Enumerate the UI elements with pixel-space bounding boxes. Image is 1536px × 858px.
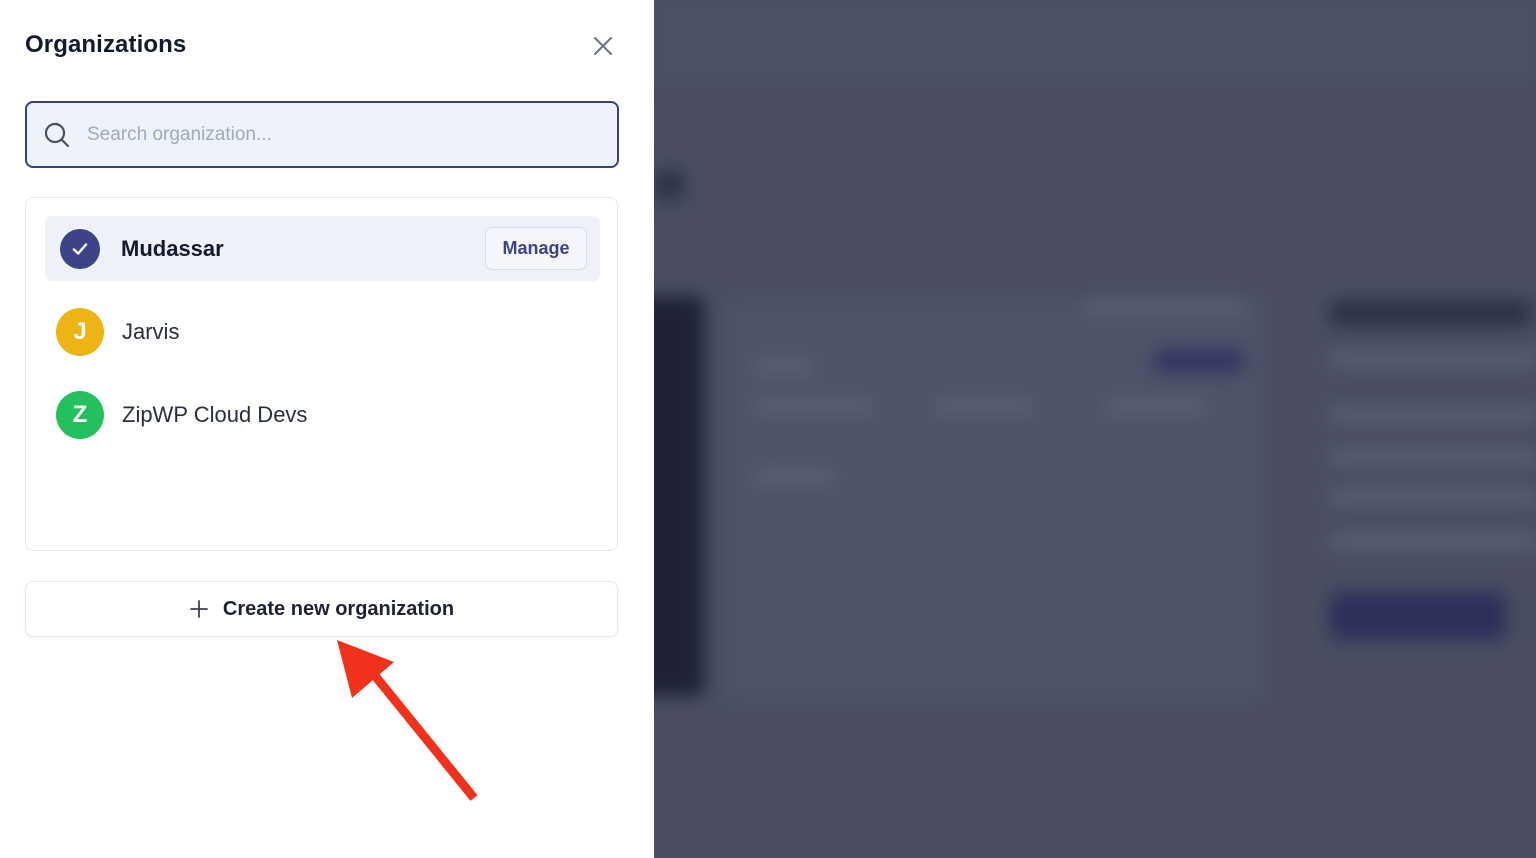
organization-name: ZipWP Cloud Devs: [122, 401, 308, 427]
avatar: J: [56, 307, 104, 356]
organization-item-mudassar[interactable]: Mudassar Manage: [45, 216, 600, 281]
selected-check-avatar: [60, 228, 100, 269]
search-icon: [43, 121, 71, 149]
create-new-organization-button[interactable]: Create new organization: [25, 581, 618, 637]
search-field[interactable]: [25, 101, 619, 168]
organization-name: Jarvis: [122, 318, 180, 344]
background-content: [654, 0, 1536, 858]
close-icon: [594, 37, 612, 55]
background-heading: [654, 170, 684, 200]
background-topbar: [654, 0, 1536, 78]
organization-list: Mudassar Manage J Jarvis Z ZipWP Cloud D…: [25, 197, 618, 551]
background-badge: [1154, 350, 1244, 372]
background-button: [1330, 592, 1506, 640]
close-button[interactable]: [590, 33, 616, 59]
organization-item-zipwp-cloud-devs[interactable]: Z ZipWP Cloud Devs: [45, 382, 600, 447]
search-input[interactable]: [71, 103, 617, 166]
create-button-label: Create new organization: [222, 597, 455, 620]
background-sidebar: [654, 296, 704, 696]
avatar: Z: [56, 390, 104, 439]
plus-icon: [189, 599, 209, 619]
organization-item-jarvis[interactable]: J Jarvis: [45, 299, 600, 364]
blurred-background-app: [654, 0, 1536, 858]
checkmark-icon: [72, 242, 88, 255]
manage-button[interactable]: Manage: [485, 227, 587, 270]
panel-title: Organizations: [25, 31, 187, 58]
organizations-panel: Organizations Mudassar Manage J Jar: [0, 0, 654, 858]
organization-name: Mudassar: [121, 235, 224, 261]
